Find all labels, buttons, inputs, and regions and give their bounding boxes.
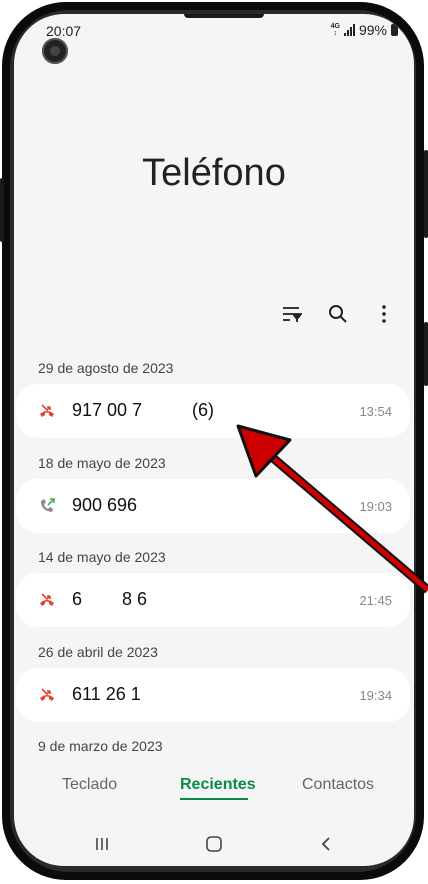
bottom-tabs: Teclado Recientes Contactos xyxy=(14,772,414,812)
date-header: 14 de mayo de 2023 xyxy=(38,549,166,565)
battery-icon xyxy=(391,22,398,36)
volume-button xyxy=(0,178,4,242)
camera-lens xyxy=(50,46,60,56)
call-time: 21:45 xyxy=(359,593,392,608)
call-number: 6 8 6 xyxy=(72,589,148,609)
active-tab-indicator xyxy=(180,798,248,800)
network-indicator: 4G ↕ xyxy=(331,23,340,37)
data-arrows-icon: ↕ xyxy=(333,30,338,37)
call-time: 13:54 xyxy=(359,404,392,419)
call-count: (6) xyxy=(192,400,214,420)
date-header: 26 de abril de 2023 xyxy=(38,644,158,660)
date-header: 29 de agosto de 2023 xyxy=(38,360,174,376)
toolbar xyxy=(280,302,396,326)
missed-call-icon xyxy=(40,688,54,701)
call-number: 917 00 7 xyxy=(72,400,143,420)
call-log-item[interactable]: 900 696 19:03 xyxy=(16,479,410,533)
status-icons: 4G ↕ 99% xyxy=(331,22,398,38)
tab-recents[interactable]: Recientes xyxy=(180,776,256,794)
side-button xyxy=(424,322,428,386)
missed-call-icon xyxy=(40,404,54,417)
tab-keypad[interactable]: Teclado xyxy=(62,776,117,794)
call-log-item[interactable]: 611 26 1 19:34 xyxy=(16,668,410,722)
battery-fill xyxy=(392,25,397,35)
status-time: 20:07 xyxy=(46,23,82,39)
screen: 20:07 4G ↕ 99% Teléfono 29 de agosto de … xyxy=(14,14,414,866)
date-header: 9 de marzo de 2023 xyxy=(38,738,163,754)
call-time: 19:34 xyxy=(359,688,392,703)
recent-apps-icon[interactable] xyxy=(88,830,116,858)
more-vert-icon[interactable] xyxy=(372,302,396,326)
call-number: 900 696 xyxy=(72,495,138,515)
network-type: 4G xyxy=(330,23,340,30)
tab-contacts[interactable]: Contactos xyxy=(302,776,374,794)
missed-call-icon xyxy=(40,593,54,606)
battery-percent: 99% xyxy=(358,22,387,38)
outgoing-call-icon xyxy=(41,498,55,512)
call-log-item[interactable]: 917 00 7 (6) 13:54 xyxy=(16,384,410,438)
filter-icon[interactable] xyxy=(280,302,304,326)
call-number: 611 26 1 xyxy=(72,684,141,704)
page-title: Teléfono xyxy=(142,152,286,194)
date-header: 18 de mayo de 2023 xyxy=(38,455,166,471)
call-log-item[interactable]: 6 8 6 21:45 xyxy=(16,573,410,627)
navigation-bar xyxy=(14,822,414,866)
status-bar: 20:07 4G ↕ 99% xyxy=(14,14,414,64)
power-button xyxy=(424,150,428,238)
signal-icon xyxy=(343,24,355,36)
back-icon[interactable] xyxy=(312,830,340,858)
search-icon[interactable] xyxy=(326,302,350,326)
call-time: 19:03 xyxy=(359,499,392,514)
front-camera xyxy=(42,38,68,64)
home-icon[interactable] xyxy=(200,830,228,858)
